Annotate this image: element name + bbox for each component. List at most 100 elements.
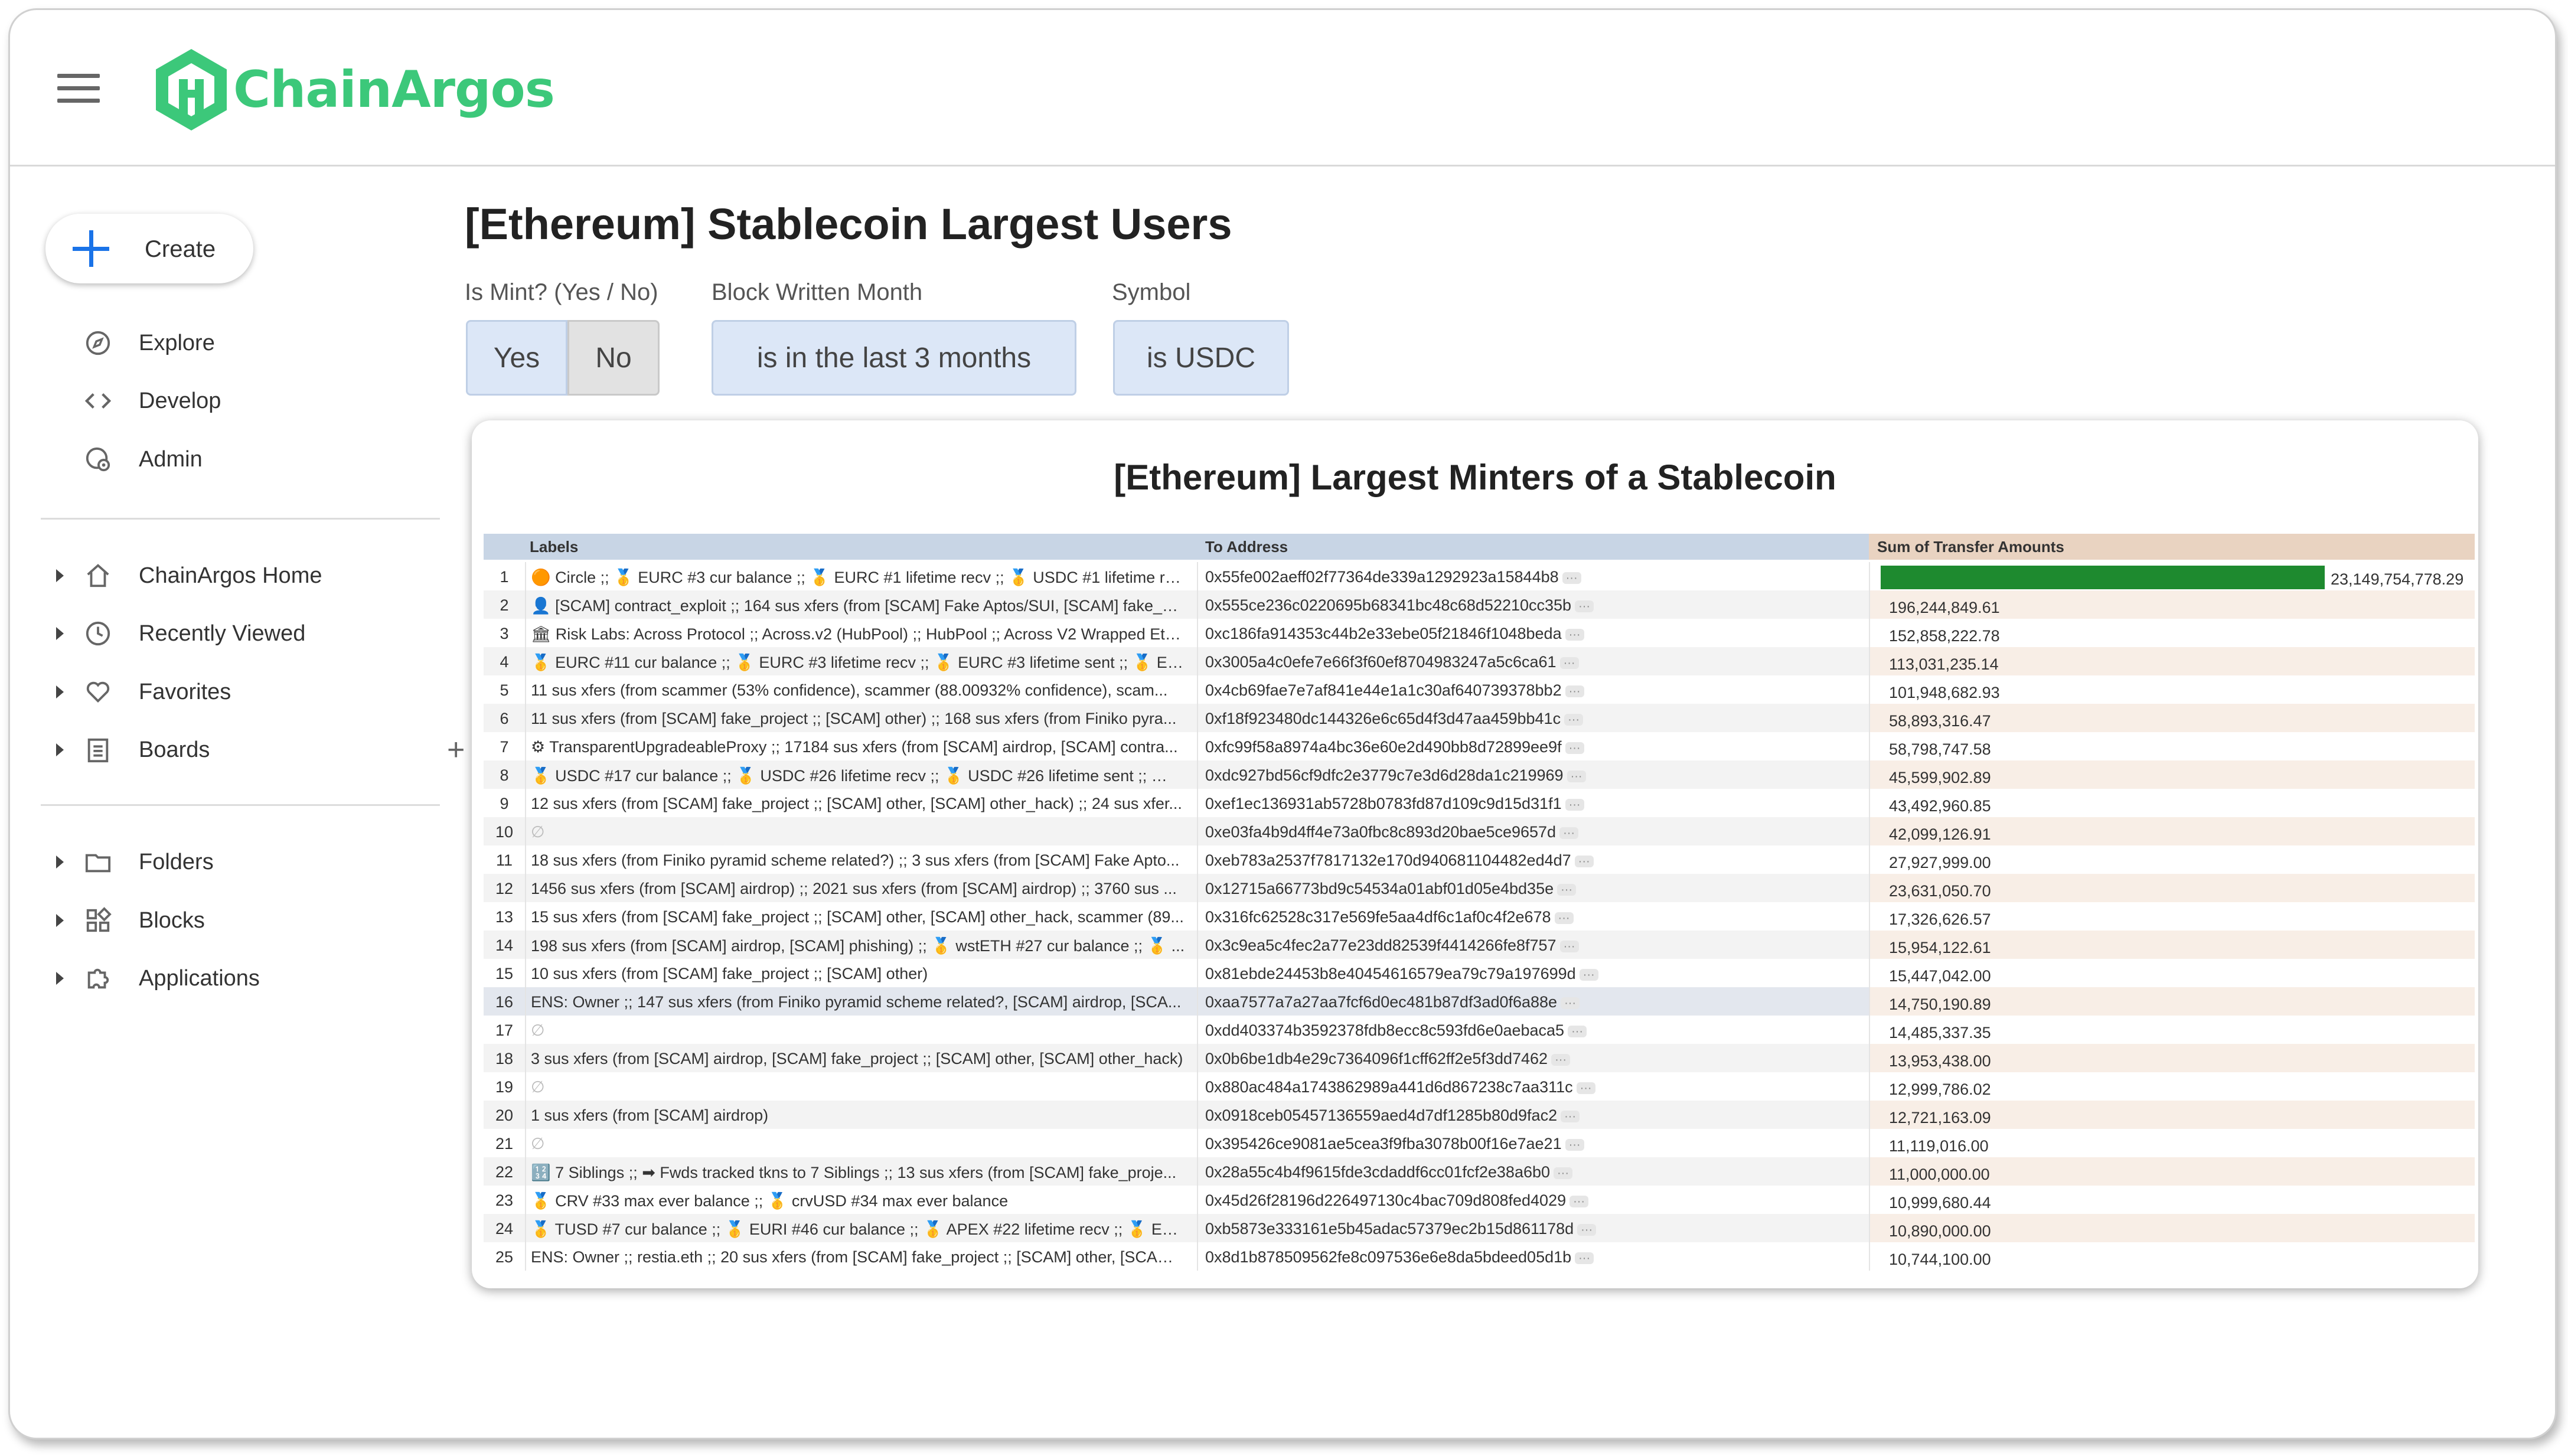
labels-cell[interactable]: 10 sus xfers (from [SCAM] fake_project ;… — [531, 965, 1186, 983]
labels-cell[interactable]: ∅ — [531, 823, 1186, 841]
labels-cell[interactable]: 11 sus xfers (from [SCAM] fake_project ;… — [531, 710, 1186, 728]
table-row[interactable]: 2 👤 [SCAM] contract_exploit ;; 164 sus xf… — [484, 590, 2475, 619]
address-text[interactable]: 0x880ac484a1743862989a441d6d867238c7aa31… — [1205, 1078, 1573, 1096]
table-row[interactable]: 18 3 sus xfers (from [SCAM] airdrop, [SCA… — [484, 1044, 2475, 1072]
caret-right-icon[interactable] — [56, 569, 64, 582]
labels-cell[interactable]: 🏛 Risk Labs: Across Protocol ;; Across.v… — [531, 625, 1186, 644]
table-row[interactable]: 6 11 sus xfers (from [SCAM] fake_project … — [484, 704, 2475, 732]
filter-block-month[interactable]: is in the last 3 months — [712, 320, 1076, 396]
more-options-icon[interactable]: ··· — [1554, 912, 1574, 924]
table-row[interactable]: 17 ∅ 0xdd403374b3592378fdb8ecc8c593fd6e0ae… — [484, 1016, 2475, 1044]
labels-cell[interactable]: 1 sus xfers (from [SCAM] airdrop) — [531, 1106, 1186, 1125]
address-cell[interactable]: 0xdc927bd56cf9dfc2e3779c7e3d6d28da1c2199… — [1205, 766, 1855, 785]
address-text[interactable]: 0x45d26f28196d226497130c4bac709d808fed40… — [1205, 1191, 1566, 1209]
more-options-icon[interactable]: ··· — [1564, 713, 1584, 726]
labels-cell[interactable]: 🟠 Circle ;; 🥇 EURC #3 cur balance ;; 🥇 E… — [531, 568, 1186, 587]
labels-cell[interactable]: ∅ — [531, 1021, 1186, 1040]
more-options-icon[interactable]: ··· — [1551, 1053, 1571, 1066]
more-options-icon[interactable]: ··· — [1575, 600, 1594, 612]
address-text[interactable]: 0xe03fa4b9d4ff4e73a0fbc8c893d20bae5ce965… — [1205, 823, 1556, 841]
address-cell[interactable]: 0x81ebde24453b8e40454616579ea79c79a19769… — [1205, 965, 1855, 983]
more-options-icon[interactable]: ··· — [1565, 685, 1584, 697]
more-options-icon[interactable]: ··· — [1574, 855, 1594, 867]
filter-symbol[interactable]: is USDC — [1113, 320, 1289, 396]
sidebar-item-folders[interactable]: Folders — [56, 838, 435, 885]
address-cell[interactable]: 0x4cb69fae7e7af841e44e1a1c30af640739378b… — [1205, 681, 1855, 700]
table-row[interactable]: 14 198 sus xfers (from [SCAM] airdrop, [S… — [484, 931, 2475, 959]
more-options-icon[interactable]: ··· — [1569, 1195, 1589, 1207]
create-button[interactable]: Create — [45, 214, 253, 283]
labels-cell[interactable]: ⚙ TransparentUpgradeableProxy ;; 17184 s… — [531, 738, 1186, 756]
address-text[interactable]: 0xdc927bd56cf9dfc2e3779c7e3d6d28da1c2199… — [1205, 766, 1564, 784]
more-options-icon[interactable]: ··· — [1557, 883, 1577, 896]
column-header-sum-transfer-amounts[interactable]: Sum of Transfer Amounts — [1877, 534, 2064, 560]
sidebar-item-explore[interactable]: Explore — [57, 319, 435, 366]
address-text[interactable]: 0x3005a4c0efe7e66f3f60ef8704983247a5c6ca… — [1205, 653, 1557, 671]
address-text[interactable]: 0x316fc62528c317e569fe5aa4df6c1af0c4f2e6… — [1205, 908, 1551, 926]
address-text[interactable]: 0xc186fa914353c44b2e33ebe05f21846f1048be… — [1205, 625, 1562, 642]
caret-right-icon[interactable] — [56, 914, 64, 927]
address-text[interactable]: 0x81ebde24453b8e40454616579ea79c79a19769… — [1205, 965, 1576, 982]
caret-right-icon[interactable] — [56, 743, 64, 756]
labels-cell[interactable]: 3 sus xfers (from [SCAM] airdrop, [SCAM]… — [531, 1050, 1186, 1068]
labels-cell[interactable]: 1456 sus xfers (from [SCAM] airdrop) ;; … — [531, 880, 1186, 898]
more-options-icon[interactable]: ··· — [1565, 628, 1584, 641]
table-row[interactable]: 11 18 sus xfers (from Finiko pyramid sche… — [484, 845, 2475, 874]
table-row[interactable]: 4 🥇 EURC #11 cur balance ;; 🥇 EURC #3 lif… — [484, 647, 2475, 675]
address-cell[interactable]: 0x28a55c4b4f9615fde3cdaddf6cc01fcf2e38a6… — [1205, 1163, 1855, 1181]
table-row[interactable]: 16 ENS: Owner ;; 147 sus xfers (from Fini… — [484, 987, 2475, 1016]
filter-is-mint-yes[interactable]: Yes — [466, 320, 567, 396]
table-row[interactable]: 12 1456 sus xfers (from [SCAM] airdrop) ;… — [484, 874, 2475, 902]
more-options-icon[interactable]: ··· — [1577, 1223, 1597, 1236]
labels-cell[interactable]: ∅ — [531, 1135, 1186, 1153]
address-text[interactable]: 0x3c9ea5c4fec2a77e23dd82539f4414266fe8f7… — [1205, 936, 1557, 954]
app-logo[interactable]: ChainArgos — [147, 45, 555, 134]
table-row[interactable]: 7 ⚙ TransparentUpgradeableProxy ;; 17184 … — [484, 732, 2475, 760]
address-cell[interactable]: 0x3c9ea5c4fec2a77e23dd82539f4414266fe8f7… — [1205, 936, 1855, 955]
address-cell[interactable]: 0x880ac484a1743862989a441d6d867238c7aa31… — [1205, 1078, 1855, 1096]
table-row[interactable]: 9 12 sus xfers (from [SCAM] fake_project … — [484, 789, 2475, 817]
address-text[interactable]: 0x0918ceb05457136559aed4d7df1285b80d9fac… — [1205, 1106, 1557, 1124]
address-cell[interactable]: 0x3005a4c0efe7e66f3f60ef8704983247a5c6ca… — [1205, 653, 1855, 671]
address-cell[interactable]: 0x0b6be1db4e29c7364096f1cff62ff2e5f3dd74… — [1205, 1050, 1855, 1068]
caret-right-icon[interactable] — [56, 856, 64, 869]
address-text[interactable]: 0xeb783a2537f7817132e170d940681104482ed4… — [1205, 851, 1571, 869]
table-row[interactable]: 3 🏛 Risk Labs: Across Protocol ;; Across.… — [484, 619, 2475, 647]
sidebar-item-boards[interactable]: Boards + — [56, 726, 465, 773]
table-row[interactable]: 20 1 sus xfers (from [SCAM] airdrop) 0x091… — [484, 1101, 2475, 1129]
address-text[interactable]: 0xaa7577a7a27aa7fcf6d0ec481b87df3ad0f6a8… — [1205, 993, 1557, 1011]
address-text[interactable]: 0x8d1b878509562fe8c097536e6e8da5bdeed05d… — [1205, 1248, 1571, 1266]
address-text[interactable]: 0xfc99f58a8974a4bc36e60e2d490bb8d72899ee… — [1205, 738, 1562, 756]
address-cell[interactable]: 0xeb783a2537f7817132e170d940681104482ed4… — [1205, 851, 1855, 870]
more-options-icon[interactable]: ··· — [1568, 1025, 1587, 1037]
address-text[interactable]: 0xdd403374b3592378fdb8ecc8c593fd6e0aebac… — [1205, 1021, 1564, 1039]
sidebar-item-applications[interactable]: Applications — [56, 954, 435, 1001]
more-options-icon[interactable]: ··· — [1559, 827, 1579, 839]
address-cell[interactable]: 0xe03fa4b9d4ff4e73a0fbc8c893d20bae5ce965… — [1205, 823, 1855, 841]
more-options-icon[interactable]: ··· — [1576, 1082, 1595, 1094]
caret-right-icon[interactable] — [56, 627, 64, 640]
sidebar-item-blocks[interactable]: Blocks — [56, 896, 435, 944]
column-header-to-address[interactable]: To Address — [1205, 534, 1288, 560]
address-cell[interactable]: 0xf18f923480dc144326e6c65d4f3d47aa459bb4… — [1205, 710, 1855, 728]
sidebar-item-favorites[interactable]: Favorites — [56, 668, 435, 715]
labels-cell[interactable]: 18 sus xfers (from Finiko pyramid scheme… — [531, 851, 1186, 870]
column-header-labels[interactable]: Labels — [530, 534, 578, 560]
address-text[interactable]: 0xb5873e333161e5b45adac57379ec2b15d86117… — [1205, 1220, 1574, 1238]
more-options-icon[interactable]: ··· — [1562, 572, 1581, 584]
table-row[interactable]: 10 ∅ 0xe03fa4b9d4ff4e73a0fbc8c893d20bae5ce… — [484, 817, 2475, 845]
address-text[interactable]: 0x55fe002aeff02f77364de339a1292923a15844… — [1205, 568, 1559, 586]
address-text[interactable]: 0x12715a66773bd9c54534a01abf01d05e4bd35e — [1205, 880, 1554, 897]
address-text[interactable]: 0x395426ce9081ae5cea3f9fba3078b00f16e7ae… — [1205, 1135, 1562, 1153]
labels-cell[interactable]: ENS: Owner ;; restia.eth ;; 20 sus xfers… — [531, 1248, 1186, 1266]
labels-cell[interactable]: 🥇 CRV #33 max ever balance ;; 🥇 crvUSD #… — [531, 1191, 1186, 1210]
more-options-icon[interactable]: ··· — [1554, 1167, 1572, 1179]
table-row[interactable]: 8 🥇 USDC #17 cur balance ;; 🥇 USDC #26 li… — [484, 760, 2475, 789]
table-row[interactable]: 21 ∅ 0x395426ce9081ae5cea3f9fba3078b00f16e… — [484, 1129, 2475, 1157]
more-options-icon[interactable]: ··· — [1561, 997, 1580, 1009]
address-text[interactable]: 0x555ce236c0220695b68341bc48c68d52210cc3… — [1205, 596, 1571, 614]
labels-cell[interactable]: ∅ — [531, 1078, 1186, 1096]
address-cell[interactable]: 0x0918ceb05457136559aed4d7df1285b80d9fac… — [1205, 1106, 1855, 1125]
table-row[interactable]: 24 🥇 TUSD #7 cur balance ;; 🥇 EURI #46 cu… — [484, 1214, 2475, 1242]
menu-icon[interactable] — [57, 74, 100, 103]
